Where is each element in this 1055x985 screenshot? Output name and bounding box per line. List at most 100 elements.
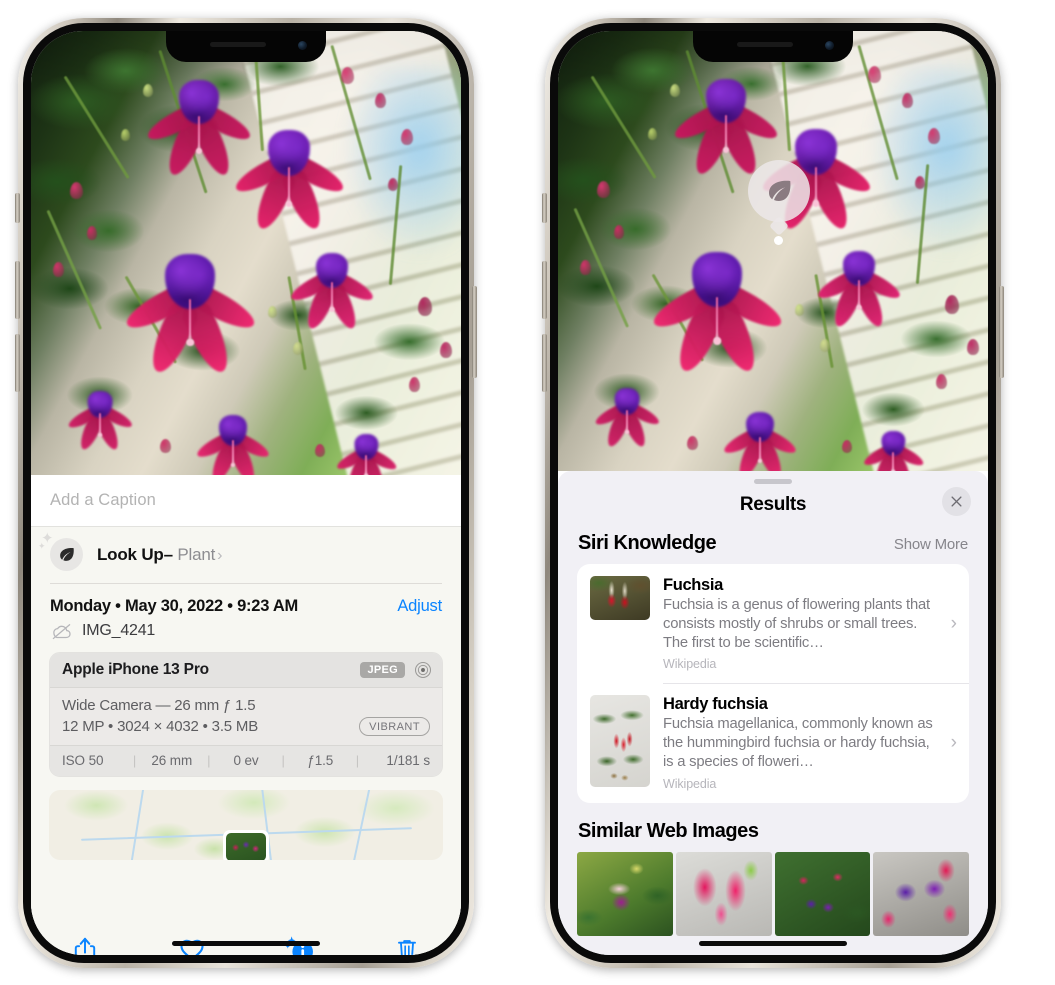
- flower-bud: [794, 303, 804, 316]
- show-more-button[interactable]: Show More: [894, 536, 968, 553]
- front-camera: [298, 41, 307, 50]
- flower-stamens: [98, 413, 101, 435]
- front-camera: [825, 41, 834, 50]
- siri-knowledge-card: Fuchsia Fuchsia is a genus of flowering …: [577, 564, 969, 803]
- flower-stamens: [625, 410, 628, 432]
- flower-bud: [902, 92, 913, 108]
- flower-bud: [841, 440, 852, 454]
- flower-bud: [867, 66, 881, 84]
- flower-bud: [648, 127, 658, 140]
- delete-button[interactable]: [385, 929, 429, 955]
- flower-stem: [591, 75, 658, 179]
- volume-up-button[interactable]: [542, 261, 547, 319]
- photo-date: Monday • May 30, 2022 • 9:23 AM: [50, 597, 299, 615]
- photo-pin[interactable]: [223, 830, 269, 860]
- knowledge-source: Wikipedia: [663, 657, 717, 672]
- section-title: Siri Knowledge: [578, 532, 717, 554]
- knowledge-title: Hardy fuchsia: [663, 695, 768, 714]
- power-button[interactable]: [999, 286, 1004, 378]
- flower-bud: [927, 127, 940, 144]
- knowledge-source: Wikipedia: [663, 776, 717, 791]
- earpiece-speaker: [737, 42, 793, 47]
- flower-bud: [966, 339, 979, 355]
- leaf-icon: ✦ ✦: [38, 531, 83, 571]
- caption-input[interactable]: Add a Caption: [31, 475, 461, 527]
- power-button[interactable]: [472, 286, 477, 378]
- screenshot-root: Add a Caption ✦ ✦ Look Up– Plant › Monday: [0, 0, 1055, 985]
- knowledge-item[interactable]: Hardy fuchsia Fuchsia magellanica, commo…: [577, 683, 969, 802]
- flower-stamens: [331, 281, 333, 309]
- flower-stigma: [624, 429, 629, 434]
- photo-viewer[interactable]: [558, 31, 988, 471]
- fuchsia-red-flowers-thumbnail: [590, 576, 650, 620]
- location-map-thumbnail[interactable]: [49, 790, 443, 860]
- look-up-subject: Plant: [177, 544, 216, 564]
- similar-web-image-4[interactable]: [873, 851, 969, 936]
- exif-row: ISO 50 | 26 mm | 0 ev | ƒ1.5 | 1/181 s: [50, 745, 442, 776]
- share-button[interactable]: [63, 929, 107, 955]
- flower-bud: [400, 128, 413, 145]
- knowledge-item[interactable]: Fuchsia Fuchsia is a genus of flowering …: [577, 564, 969, 683]
- badge-anchor-dot: [774, 236, 783, 245]
- flower-bud: [579, 259, 591, 275]
- flower-bud: [340, 66, 354, 84]
- cloud-slash-icon: [52, 623, 71, 639]
- knowledge-description: Fuchsia is a genus of flowering plants t…: [663, 597, 930, 651]
- exif-exposure: 0 ev: [233, 753, 259, 768]
- knowledge-description: Fuchsia magellanica, commonly known as t…: [663, 716, 933, 770]
- right-phone: Results Siri Knowledge Show More Fuchsia…: [542, 18, 1004, 968]
- exif-shutter: 1/181 s: [386, 753, 431, 768]
- visual-lookup-leaf-badge[interactable]: [748, 160, 810, 222]
- home-indicator[interactable]: [172, 941, 320, 946]
- exif-aperture: ƒ1.5: [307, 753, 334, 768]
- format-badge: JPEG: [360, 662, 405, 678]
- flower-bud: [314, 443, 325, 457]
- device-notch: [693, 31, 853, 62]
- photo-viewer[interactable]: [31, 31, 461, 475]
- adjust-button[interactable]: Adjust: [397, 597, 442, 616]
- camera-model: Apple iPhone 13 Pro: [62, 661, 209, 678]
- left-phone: Add a Caption ✦ ✦ Look Up– Plant › Monday: [15, 18, 477, 968]
- flower-stigma: [722, 147, 729, 154]
- flower-stigma: [812, 200, 820, 207]
- volume-up-button[interactable]: [15, 261, 20, 319]
- flower-stem: [857, 45, 899, 181]
- look-up-dash: –: [163, 544, 173, 564]
- flower-stigma: [758, 459, 763, 464]
- look-up-row[interactable]: ✦ ✦ Look Up– Plant ›: [31, 527, 461, 583]
- leaf-icon: [769, 180, 791, 201]
- similar-web-images-strip[interactable]: [558, 851, 988, 936]
- mute-switch[interactable]: [15, 193, 20, 223]
- flower-stigma: [285, 200, 293, 208]
- mute-switch[interactable]: [542, 193, 547, 223]
- flower-stem: [330, 45, 372, 181]
- flower-bud: [375, 93, 386, 109]
- flower-bud: [613, 224, 624, 239]
- flower-bud: [820, 339, 831, 352]
- flower-stamens: [365, 455, 368, 475]
- page-title: Results: [739, 494, 807, 515]
- photographic-style-badge: VIBRANT: [359, 717, 430, 736]
- flower-stigma: [97, 433, 102, 437]
- earpiece-speaker: [210, 42, 266, 47]
- similar-web-image-1[interactable]: [577, 851, 673, 936]
- similar-web-image-3[interactable]: [774, 851, 871, 936]
- exif-iso: ISO 50: [62, 753, 104, 768]
- flower-stigma: [329, 307, 335, 313]
- similar-web-image-2[interactable]: [675, 851, 772, 936]
- close-icon: [951, 496, 962, 507]
- volume-down-button[interactable]: [542, 334, 547, 392]
- leaf-glyph: [60, 548, 74, 561]
- close-button[interactable]: [942, 487, 971, 516]
- volume-down-button[interactable]: [15, 334, 20, 392]
- flower-stamens: [724, 115, 727, 150]
- home-indicator[interactable]: [699, 941, 847, 946]
- results-header: Results: [558, 484, 988, 532]
- photo-filename: IMG_4241: [82, 622, 156, 639]
- camera-body: Wide Camera — 26 mm ƒ 1.5 12 MP • 3024 ×…: [50, 688, 442, 745]
- flower-stigma: [713, 337, 721, 345]
- chevron-right-icon: ›: [950, 612, 957, 634]
- photo-info-sheet: Add a Caption ✦ ✦ Look Up– Plant › Monday: [31, 475, 461, 955]
- section-title: Similar Web Images: [578, 819, 759, 842]
- photo-date-row: Monday • May 30, 2022 • 9:23 AM Adjust: [31, 583, 461, 618]
